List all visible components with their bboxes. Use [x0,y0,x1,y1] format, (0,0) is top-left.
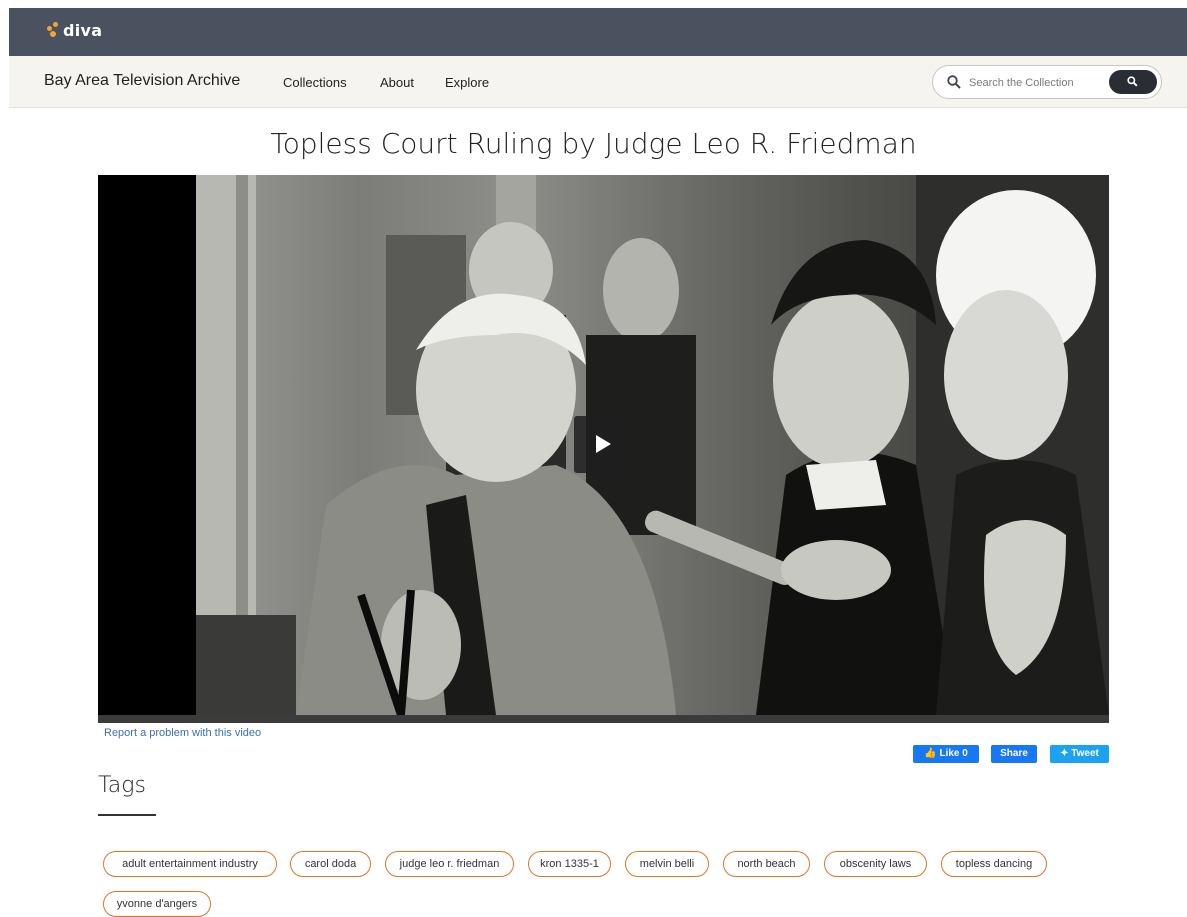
facebook-like-button[interactable]: 👍 Like 0 [913,745,979,763]
tags-heading: Tags [98,773,146,798]
twitter-tweet-button[interactable]: ✦ Tweet [1050,745,1109,763]
tag-pill[interactable]: topless dancing [941,851,1047,877]
play-icon [596,435,611,453]
report-problem-link[interactable]: Report a problem with this video [104,727,261,739]
twitter-bird-icon: ✦ [1060,748,1069,759]
search-button[interactable] [1109,70,1157,94]
tag-pill[interactable]: judge leo r. friedman [385,851,514,877]
site-title-link[interactable]: Bay Area Television Archive [44,72,240,90]
facebook-share-button[interactable]: Share [991,745,1037,763]
search-input[interactable] [969,74,1099,92]
logo-text: diva [63,21,103,40]
logo-mark-icon [47,21,61,40]
tag-pill[interactable]: kron 1335-1 [528,851,611,877]
tag-pill[interactable]: adult entertainment industry [103,851,277,877]
play-button[interactable] [574,416,632,473]
tag-pill[interactable]: north beach [723,851,810,877]
like-label: Like 0 [939,748,968,759]
thumbs-up-icon: 👍 [924,748,937,759]
top-bar: diva [9,8,1187,56]
search-box [932,65,1162,99]
search-button-icon [1127,76,1138,87]
video-progress-bar[interactable] [98,715,1109,723]
nav-about-link[interactable]: About [380,75,414,90]
nav-bar: Bay Area Television Archive Collections … [9,56,1187,108]
tweet-label: Tweet [1071,748,1099,759]
video-frame [196,175,1109,715]
search-icon [947,75,961,89]
tag-pill[interactable]: obscenity laws [824,851,927,877]
video-player[interactable] [98,175,1109,723]
video-still-image [196,175,1109,715]
nav-explore-link[interactable]: Explore [445,75,489,90]
tag-pill[interactable]: yvonne d'angers [103,891,211,917]
tag-pill[interactable]: melvin belli [625,851,709,877]
tags-heading-underline [98,814,156,816]
tag-pill[interactable]: carol doda [290,851,371,877]
nav-collections-link[interactable]: Collections [283,75,347,90]
page-title: Topless Court Ruling by Judge Leo R. Fri… [270,127,917,160]
diva-logo[interactable]: diva [47,21,102,40]
